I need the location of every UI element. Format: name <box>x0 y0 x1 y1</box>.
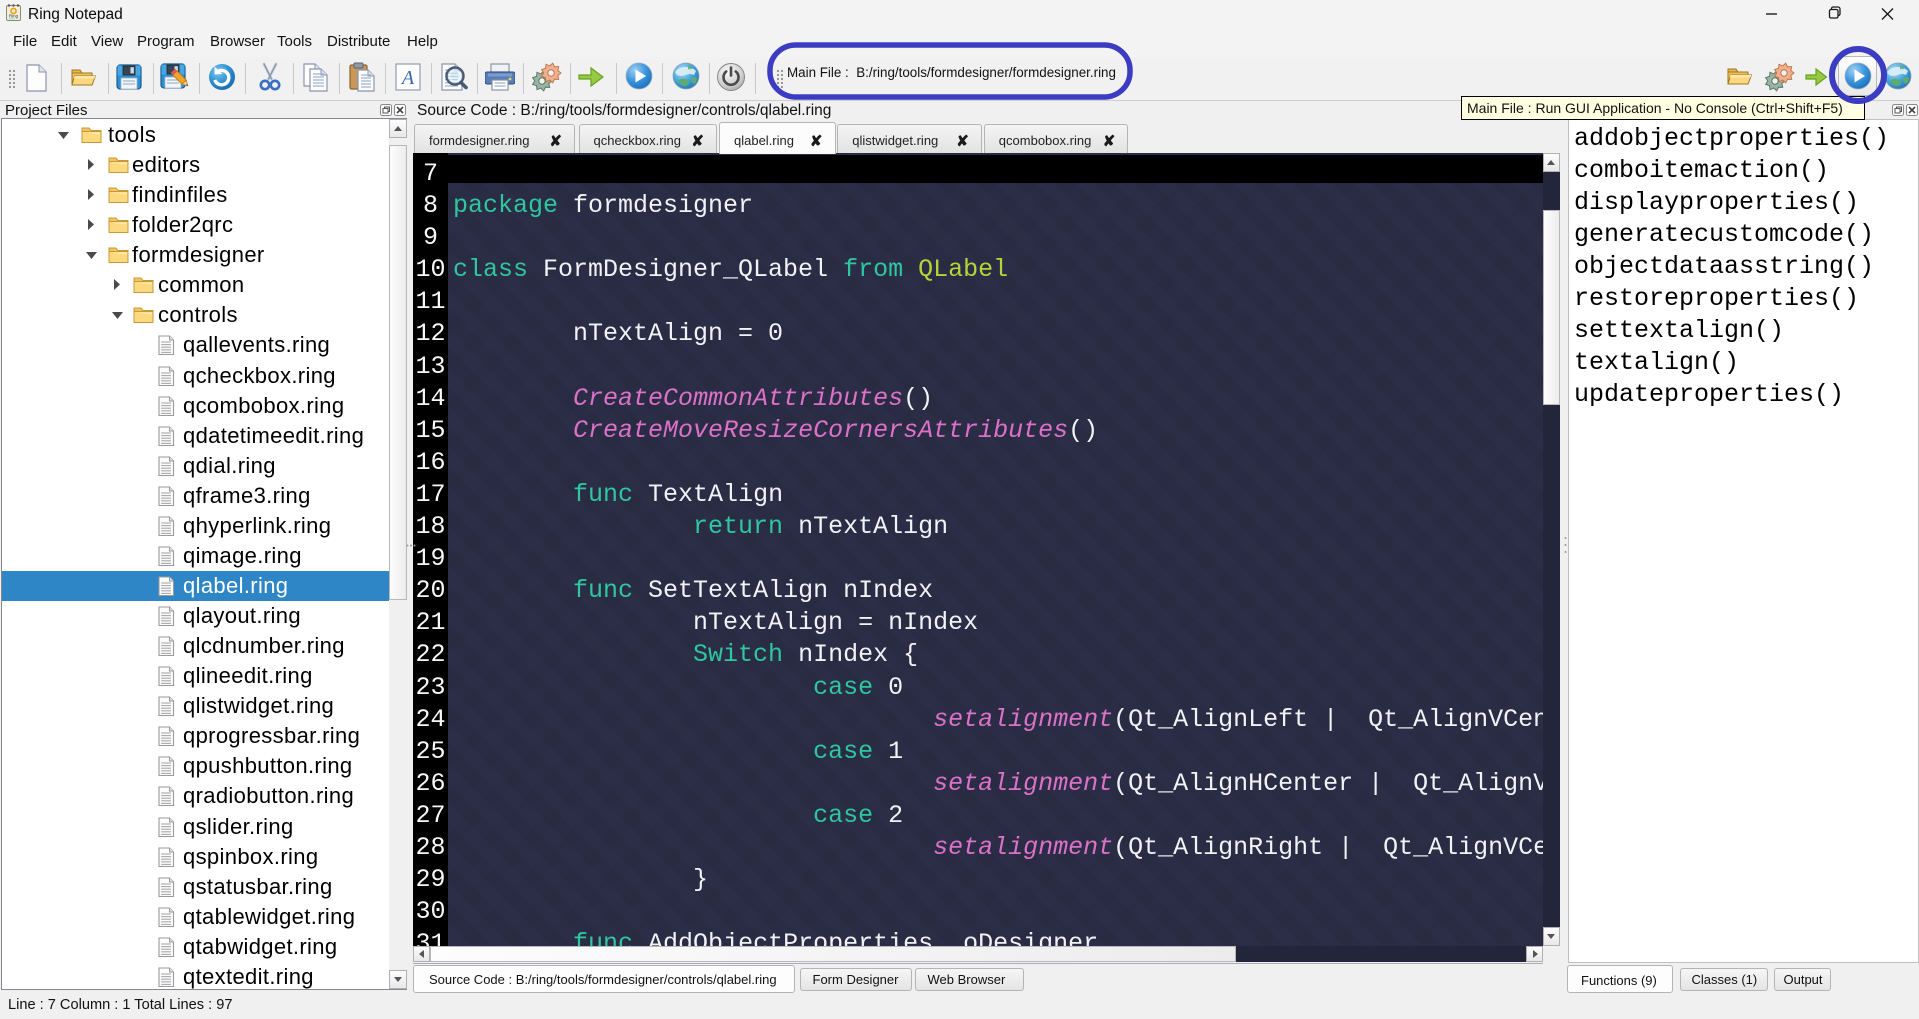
svg-text:Ring: Ring <box>9 14 19 19</box>
svg-text:A: A <box>400 67 415 89</box>
